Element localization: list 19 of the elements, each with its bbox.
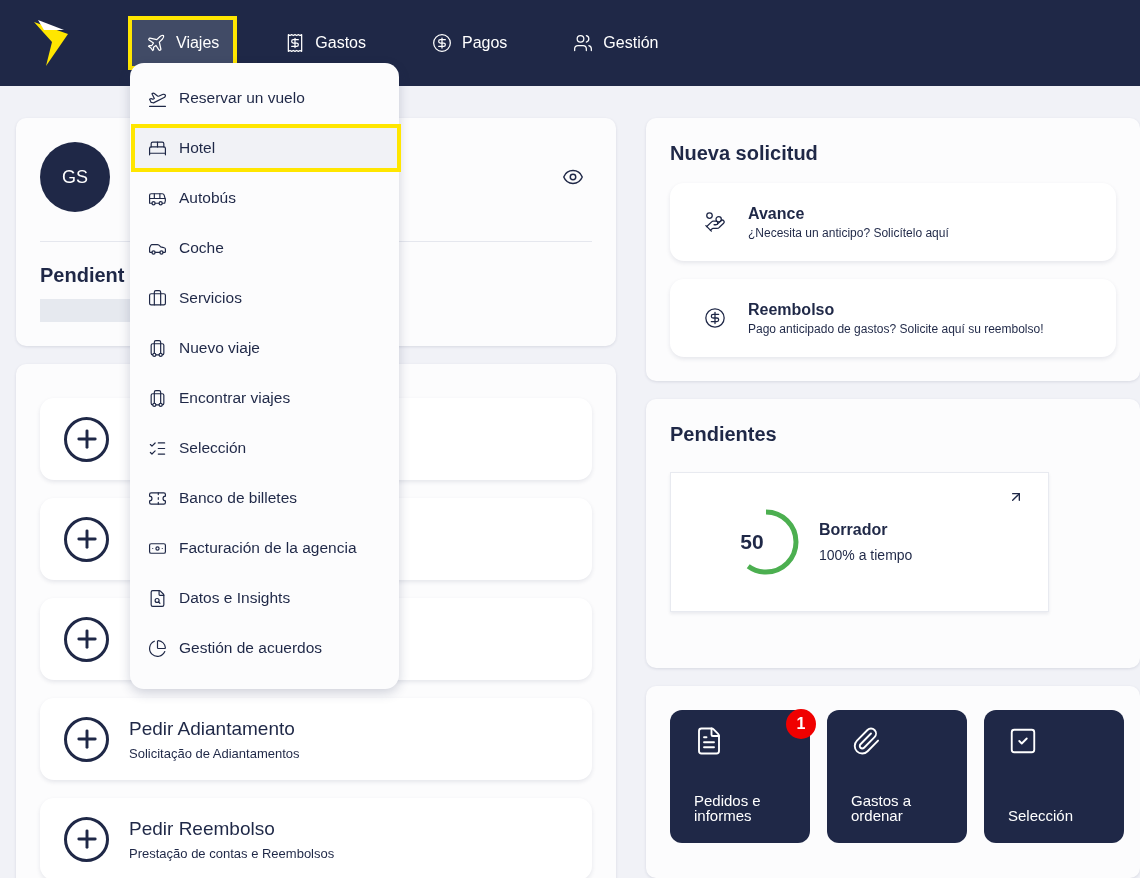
tile-label: Pedidos e informes — [694, 792, 762, 826]
request-title: Avance — [748, 204, 806, 223]
request-subtitle: Pago anticipado de gastos? Solicite aquí su reembolso! — [748, 321, 1044, 336]
tile-label: Selección — [1008, 807, 1075, 826]
notification-badge: 1 — [786, 708, 816, 739]
action-title: Pedir Adiantamento — [129, 717, 296, 740]
section-title: Pendient — [40, 264, 126, 287]
action-subtitle: Solicitação de Adiantamentos — [129, 745, 300, 761]
section-title: Pendientes — [670, 423, 778, 446]
section-title: Nueva solicitud — [670, 142, 819, 165]
stat-subtitle: 100% a tiempo — [819, 547, 913, 563]
action-title: Pedir Reembolso — [129, 817, 276, 840]
avatar: GS — [40, 142, 110, 212]
stat-title: Borrador — [819, 521, 889, 539]
action-subtitle: Prestação de contas e Reembolsos — [129, 845, 335, 861]
tile-label: Gastos a ordenar — [851, 792, 913, 826]
request-title: Reembolso — [748, 300, 836, 319]
stat-value: 50 — [740, 530, 764, 554]
request-subtitle: ¿Necesita un anticipo? Solicítelo aquí — [748, 225, 949, 240]
